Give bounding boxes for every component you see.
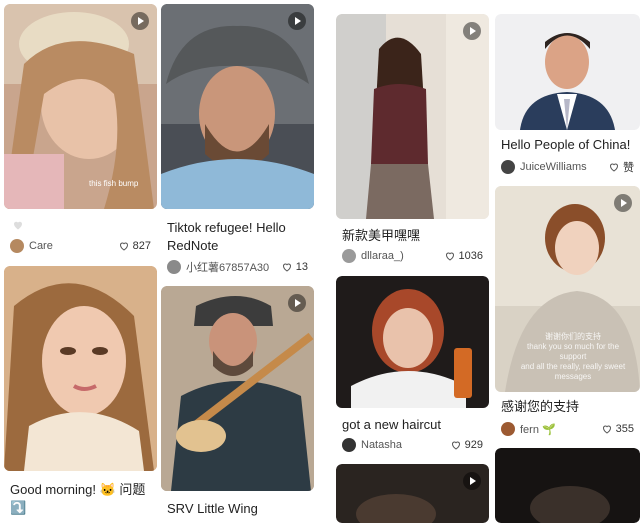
like-count: 13 (295, 261, 308, 273)
post-thumbnail[interactable]: 谢谢你们的支持 thank you so much for the suppor… (495, 186, 640, 392)
post-meta: Care 827 (10, 237, 151, 255)
feed-card-8[interactable]: 谢谢你们的支持 thank you so much for the suppor… (495, 186, 640, 442)
feed-card-1[interactable]: this fish bump Care 827 (4, 4, 157, 260)
avatar[interactable] (167, 260, 181, 274)
video-play-icon (614, 194, 632, 212)
post-meta: 小红薯67857A30 13 (167, 258, 308, 276)
like-count: 355 (615, 423, 634, 435)
like-button[interactable]: 13 (281, 261, 308, 273)
heart-icon (119, 242, 128, 251)
video-play-icon (463, 472, 481, 490)
video-play-icon (288, 12, 306, 30)
feed-card-9[interactable] (336, 464, 489, 523)
video-caption: 谢谢你们的支持 thank you so much for the suppor… (513, 332, 633, 382)
post-thumbnail[interactable] (495, 14, 640, 130)
like-button[interactable]: 355 (601, 423, 634, 435)
post-title[interactable]: SRV Little Wing (167, 500, 308, 518)
like-count: 827 (132, 240, 151, 252)
author-name[interactable]: dllaraa_) (361, 250, 444, 262)
post-meta: Natasha 929 (342, 436, 483, 454)
avatar[interactable] (501, 160, 515, 174)
caption-line: thank you so much for the support (526, 342, 620, 361)
feed-card-10[interactable] (495, 448, 640, 523)
like-button[interactable]: 827 (118, 240, 151, 252)
author-name[interactable]: JuiceWilliams (520, 161, 608, 173)
post-title[interactable]: Hello People of China! (501, 136, 634, 154)
like-count: 赞 (623, 162, 634, 174)
caption-line: 谢谢你们的支持 (545, 332, 601, 341)
post-title[interactable]: 感谢您的支持 (501, 398, 634, 416)
post-thumbnail[interactable] (336, 276, 489, 408)
author-name[interactable]: fern 🌱 (520, 423, 601, 436)
heart-icon[interactable] (12, 219, 24, 231)
author-name[interactable]: Natasha (361, 439, 450, 451)
post-title[interactable]: got a new haircut (342, 416, 483, 434)
heart-icon (609, 163, 619, 172)
author-name[interactable]: Care (29, 240, 118, 252)
post-thumbnail[interactable] (161, 4, 314, 209)
like-button[interactable]: 929 (450, 439, 483, 451)
post-title[interactable]: 新款美甲嘿嘿 (342, 227, 483, 245)
video-play-icon (288, 294, 306, 312)
like-count: 929 (464, 439, 483, 451)
avatar[interactable] (342, 249, 356, 263)
like-button[interactable]: 赞 (608, 159, 634, 175)
post-thumbnail[interactable] (336, 464, 489, 523)
post-title[interactable]: Tiktok refugee! Hello RedNote (167, 219, 308, 255)
video-play-icon (131, 12, 149, 30)
avatar[interactable] (501, 422, 515, 436)
post-meta: JuiceWilliams 赞 (501, 158, 634, 176)
like-button[interactable]: 1036 (444, 250, 483, 262)
post-thumbnail[interactable] (336, 14, 489, 219)
post-thumbnail[interactable] (161, 286, 314, 491)
heart-icon (451, 441, 460, 450)
author-name[interactable]: 小红薯67857A30 (186, 259, 281, 275)
feed-card-7[interactable]: got a new haircut Natasha 929 (336, 276, 489, 456)
post-meta: fern 🌱 355 (501, 420, 634, 438)
post-title[interactable]: Good morning! 🐱 问题 ⤵️ (10, 481, 151, 517)
feed-card-6[interactable]: Hello People of China! JuiceWilliams 赞 (495, 14, 640, 180)
image-caption: this fish bump (89, 179, 139, 188)
video-play-icon (463, 22, 481, 40)
feed-card-4[interactable]: SRV Little Wing (161, 286, 314, 523)
post-thumbnail[interactable]: this fish bump (4, 4, 157, 209)
heart-icon (282, 263, 291, 272)
post-thumbnail[interactable] (495, 448, 640, 523)
feed-card-2[interactable]: Tiktok refugee! Hello RedNote 小红薯67857A3… (161, 4, 314, 280)
post-thumbnail[interactable] (4, 266, 157, 471)
caption-line: and all the really, really sweet message… (520, 362, 626, 381)
post-meta: dllaraa_) 1036 (342, 247, 483, 265)
avatar[interactable] (342, 438, 356, 452)
avatar[interactable] (10, 239, 24, 253)
feed-card-5[interactable]: 新款美甲嘿嘿 dllaraa_) 1036 (336, 14, 489, 270)
feed-card-3[interactable]: Good morning! 🐱 问题 ⤵️ (4, 266, 157, 523)
like-count: 1036 (458, 250, 483, 262)
heart-icon (445, 252, 454, 261)
heart-icon (602, 425, 611, 434)
